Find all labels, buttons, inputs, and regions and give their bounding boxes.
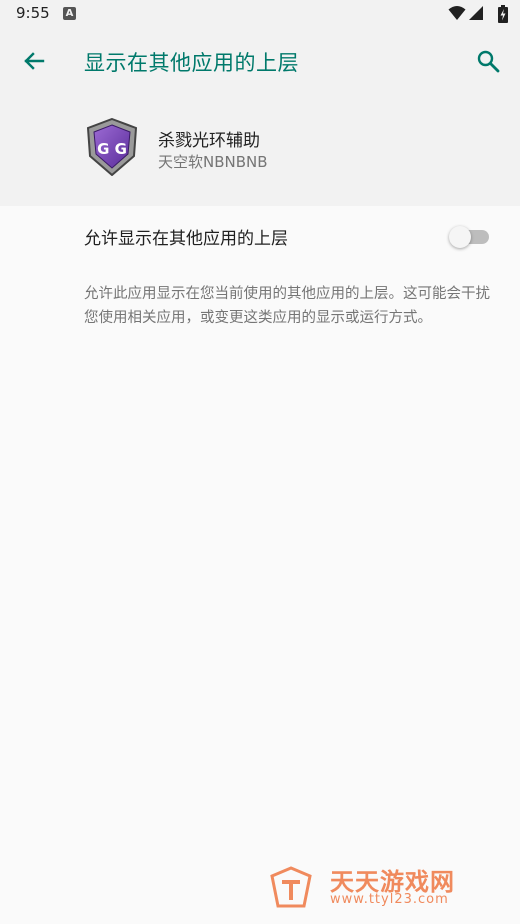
overlay-permission-row[interactable]: 允许显示在其他应用的上层: [0, 206, 520, 266]
back-button[interactable]: [18, 45, 50, 77]
battery-icon: [498, 5, 508, 23]
overlay-permission-label: 允许显示在其他应用的上层: [84, 229, 288, 249]
status-bar: 9:55 A: [0, 0, 520, 28]
toggle-thumb: [449, 226, 471, 248]
wifi-icon: [448, 6, 466, 20]
app-bar: 显示在其他应用的上层: [0, 28, 520, 94]
permission-description: 允许此应用显示在您当前使用的其他应用的上层。这可能会干扰您使用相关应用，或变更这…: [84, 286, 490, 326]
status-time: 9:55: [16, 4, 50, 22]
watermark-url: www.ttyl23.com: [330, 892, 449, 907]
search-icon: [477, 50, 500, 73]
signal-icon: [469, 6, 483, 20]
app-header: G G 杀戮光环辅助 天空软NBNBNB: [0, 94, 520, 206]
notification-icon: A: [63, 7, 76, 20]
watermark: 天天游戏网 www.ttyl23.com: [268, 862, 518, 912]
game-guardian-icon: G G: [86, 118, 138, 176]
app-icon-text: G G: [97, 140, 127, 158]
app-vendor: 天空软NBNBNB: [158, 153, 268, 171]
watermark-logo-icon: [270, 866, 312, 908]
search-button[interactable]: [472, 45, 504, 77]
page-title: 显示在其他应用的上层: [84, 51, 299, 75]
app-name: 杀戮光环辅助: [158, 131, 260, 151]
arrow-back-icon: [24, 52, 45, 70]
overlay-permission-toggle[interactable]: [449, 226, 491, 248]
